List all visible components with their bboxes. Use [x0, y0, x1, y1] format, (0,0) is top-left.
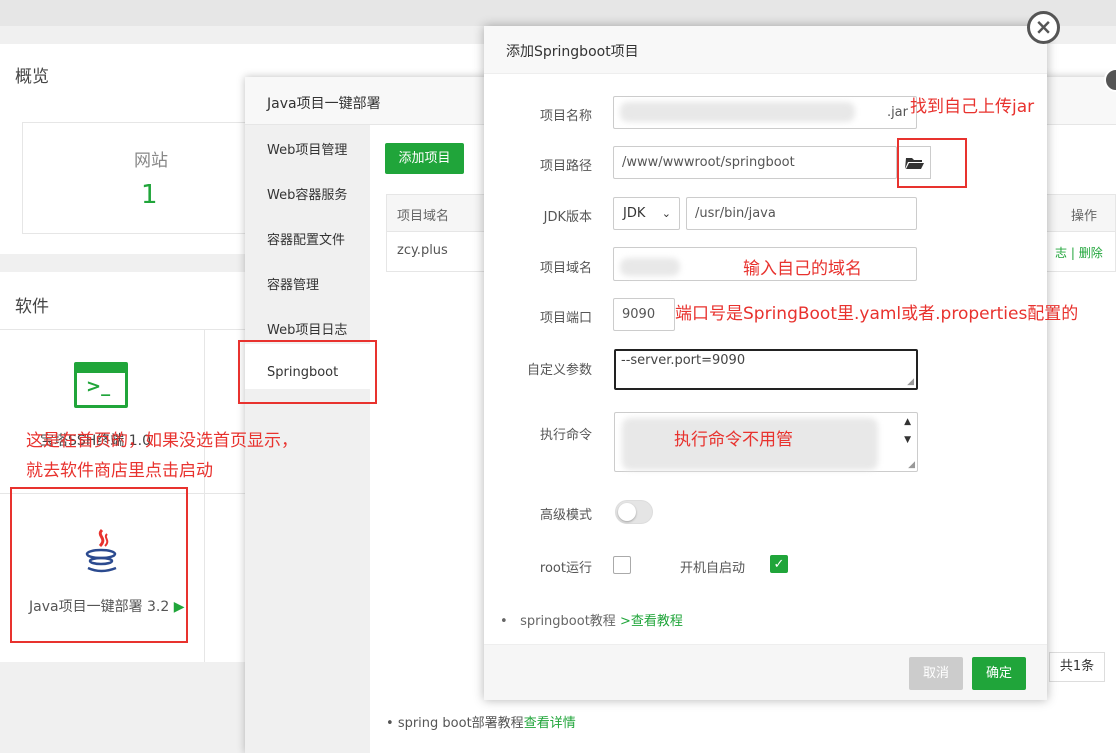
chevron-down-icon: ⌄ [661, 207, 671, 220]
sidebar-item-container-config[interactable]: 容器配置文件 [267, 229, 345, 248]
row-delete-link[interactable]: 删除 [1079, 246, 1103, 260]
annotation-home-hint-2: 就去软件商店里点击启动 [26, 461, 213, 481]
jdk-version-label: JDK版本 [543, 210, 592, 225]
root-run-label: root运行 [539, 561, 592, 576]
add-project-button[interactable]: 添加项目 [385, 143, 464, 174]
dialog-close-icon[interactable]: × [1027, 11, 1060, 44]
annotation-box-java-app [10, 487, 188, 643]
row-actions: 志 | 删除 [1055, 246, 1103, 260]
annotation-port-hint: 端口号是SpringBoot里.yaml或者.properties配置的 [675, 304, 1079, 324]
custom-params-textarea[interactable]: --server.port=9090 ◢ [614, 349, 918, 390]
dialog-header: 添加Springboot项目 [484, 26, 1047, 74]
annotation-box-folder [897, 138, 967, 188]
cancel-button[interactable]: 取消 [909, 657, 963, 690]
overview-title: 概览 [15, 67, 49, 87]
annotation-home-hint-1: 这是在首页的，如果没选首页显示， [26, 431, 298, 451]
sidebar-item-web-log[interactable]: Web项目日志 [267, 319, 347, 338]
view-details-link[interactable]: 查看详情 [524, 716, 576, 731]
sidebar-item-web-container[interactable]: Web容器服务 [267, 184, 347, 203]
grid-divider [204, 329, 205, 662]
exec-command-label: 执行命令 [539, 428, 592, 443]
add-springboot-dialog: 添加Springboot项目 项目名称 .jar 项目路径 /www/wwwro… [484, 26, 1047, 700]
terminal-icon[interactable]: >_ [74, 362, 128, 408]
row-log-link[interactable]: 志 [1055, 246, 1067, 260]
advanced-mode-toggle[interactable] [615, 500, 653, 524]
col-domain-header: 项目域名 [397, 209, 450, 224]
view-tutorial-link[interactable]: >查看教程 [620, 614, 683, 629]
sidebar-item-web-project[interactable]: Web项目管理 [267, 139, 347, 158]
project-path-input[interactable]: /www/wwwroot/springboot [613, 146, 897, 179]
java-window-title: Java项目一键部署 [267, 96, 381, 112]
col-action-header: 操作 [1071, 209, 1098, 224]
site-card[interactable] [22, 122, 278, 234]
site-label: 网站 [134, 151, 168, 171]
software-title: 软件 [15, 297, 49, 317]
project-port-label: 项目端口 [539, 311, 592, 326]
jdk-select[interactable]: JDK ⌄ [613, 197, 680, 230]
custom-params-label: 自定义参数 [526, 363, 592, 378]
bottom-note: • spring boot部署教程查看详情 [386, 716, 576, 731]
annotation-box-springboot [238, 340, 377, 404]
springboot-tutorial-note: • springboot教程 >查看教程 [500, 614, 683, 629]
advanced-mode-label: 高级模式 [539, 508, 592, 523]
grid-divider [0, 329, 245, 330]
scroll-down-icon[interactable]: ▼ [904, 435, 911, 445]
pager-total: 共1条 [1049, 652, 1105, 682]
sidebar-item-container-manage[interactable]: 容器管理 [267, 274, 319, 293]
root-run-checkbox[interactable] [613, 556, 631, 574]
annotation-input-domain: 输入自己的域名 [743, 259, 862, 279]
jdk-path-input[interactable]: /usr/bin/java [686, 197, 917, 230]
project-port-input[interactable]: 9090 [613, 298, 675, 331]
autostart-label: 开机自启动 [680, 561, 746, 576]
project-domain-label: 项目域名 [539, 261, 592, 276]
resize-handle-icon[interactable]: ◢ [908, 461, 915, 470]
annotation-find-jar: 找到自己上传jar [910, 97, 1035, 117]
blurred-region [620, 258, 680, 276]
project-name-label: 项目名称 [539, 109, 592, 124]
project-path-label: 项目路径 [539, 159, 592, 174]
autostart-checkbox[interactable]: ✓ [770, 555, 788, 573]
dialog-title: 添加Springboot项目 [506, 44, 639, 60]
row-domain: zcy.plus [397, 243, 448, 258]
scroll-up-icon[interactable]: ▲ [904, 417, 911, 427]
top-bar [0, 0, 1116, 26]
site-count[interactable]: 1 [141, 180, 158, 210]
annotation-cmd-hint: 执行命令不用管 [674, 430, 793, 450]
dialog-footer: 取消 确定 [484, 644, 1047, 700]
blurred-region [620, 102, 855, 122]
resize-handle-icon[interactable]: ◢ [907, 378, 914, 387]
confirm-button[interactable]: 确定 [972, 657, 1026, 690]
